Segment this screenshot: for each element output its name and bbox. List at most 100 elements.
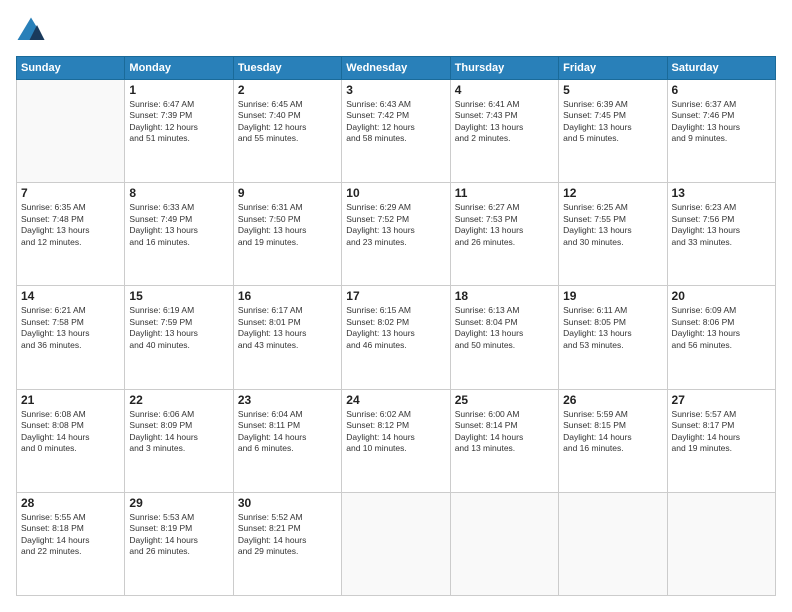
cell-details: Sunrise: 6:08 AM Sunset: 8:08 PM Dayligh…	[21, 409, 120, 455]
day-number: 28	[21, 496, 120, 510]
cell-details: Sunrise: 6:23 AM Sunset: 7:56 PM Dayligh…	[672, 202, 771, 248]
calendar-cell: 8Sunrise: 6:33 AM Sunset: 7:49 PM Daylig…	[125, 183, 233, 286]
day-number: 13	[672, 186, 771, 200]
calendar-header-row: SundayMondayTuesdayWednesdayThursdayFrid…	[17, 57, 776, 80]
cell-details: Sunrise: 6:27 AM Sunset: 7:53 PM Dayligh…	[455, 202, 554, 248]
day-number: 3	[346, 83, 445, 97]
cell-details: Sunrise: 6:09 AM Sunset: 8:06 PM Dayligh…	[672, 305, 771, 351]
cell-details: Sunrise: 5:59 AM Sunset: 8:15 PM Dayligh…	[563, 409, 662, 455]
calendar-cell: 10Sunrise: 6:29 AM Sunset: 7:52 PM Dayli…	[342, 183, 450, 286]
cell-details: Sunrise: 6:11 AM Sunset: 8:05 PM Dayligh…	[563, 305, 662, 351]
cell-details: Sunrise: 6:19 AM Sunset: 7:59 PM Dayligh…	[129, 305, 228, 351]
calendar-cell: 29 Sunrise: 5:53 AM Sunset: 8:19 PM Dayli…	[125, 492, 233, 595]
day-number: 21	[21, 393, 120, 407]
day-number: 1	[129, 83, 228, 97]
calendar-week-row: 21 Sunrise: 6:08 AM Sunset: 8:08 PM Dayli…	[17, 389, 776, 492]
logo	[16, 16, 50, 46]
cell-details: Sunrise: 6:33 AM Sunset: 7:49 PM Dayligh…	[129, 202, 228, 248]
calendar-cell: 13 Sunrise: 6:23 AM Sunset: 7:56 PM Dayli…	[667, 183, 775, 286]
day-number: 14	[21, 289, 120, 303]
calendar-cell: 18Sunrise: 6:13 AM Sunset: 8:04 PM Dayli…	[450, 286, 558, 389]
day-number: 20	[672, 289, 771, 303]
calendar-cell: 2Sunrise: 6:45 AM Sunset: 7:40 PM Daylig…	[233, 80, 341, 183]
calendar-week-row: 1 Sunrise: 6:47 AM Sunset: 7:39 PM Daylig…	[17, 80, 776, 183]
cell-details: Sunrise: 6:45 AM Sunset: 7:40 PM Dayligh…	[238, 99, 337, 145]
calendar-cell: 6 Sunrise: 6:37 AM Sunset: 7:46 PM Daylig…	[667, 80, 775, 183]
calendar-cell: 17Sunrise: 6:15 AM Sunset: 8:02 PM Dayli…	[342, 286, 450, 389]
day-of-week-header: Friday	[559, 57, 667, 80]
day-number: 5	[563, 83, 662, 97]
cell-details: Sunrise: 6:15 AM Sunset: 8:02 PM Dayligh…	[346, 305, 445, 351]
cell-details: Sunrise: 6:02 AM Sunset: 8:12 PM Dayligh…	[346, 409, 445, 455]
calendar-cell: 12 Sunrise: 6:25 AM Sunset: 7:55 PM Dayli…	[559, 183, 667, 286]
calendar-week-row: 14 Sunrise: 6:21 AM Sunset: 7:58 PM Dayli…	[17, 286, 776, 389]
calendar-cell: 14 Sunrise: 6:21 AM Sunset: 7:58 PM Dayli…	[17, 286, 125, 389]
day-number: 19	[563, 289, 662, 303]
calendar-cell: 7 Sunrise: 6:35 AM Sunset: 7:48 PM Daylig…	[17, 183, 125, 286]
day-of-week-header: Saturday	[667, 57, 775, 80]
calendar-week-row: 7 Sunrise: 6:35 AM Sunset: 7:48 PM Daylig…	[17, 183, 776, 286]
cell-details: Sunrise: 6:04 AM Sunset: 8:11 PM Dayligh…	[238, 409, 337, 455]
day-of-week-header: Monday	[125, 57, 233, 80]
header	[16, 16, 776, 46]
day-number: 15	[129, 289, 228, 303]
calendar-cell: 21 Sunrise: 6:08 AM Sunset: 8:08 PM Dayli…	[17, 389, 125, 492]
cell-details: Sunrise: 6:21 AM Sunset: 7:58 PM Dayligh…	[21, 305, 120, 351]
day-number: 18	[455, 289, 554, 303]
cell-details: Sunrise: 6:39 AM Sunset: 7:45 PM Dayligh…	[563, 99, 662, 145]
day-number: 29	[129, 496, 228, 510]
cell-details: Sunrise: 6:17 AM Sunset: 8:01 PM Dayligh…	[238, 305, 337, 351]
calendar-cell: 22 Sunrise: 6:06 AM Sunset: 8:09 PM Dayli…	[125, 389, 233, 492]
cell-details: Sunrise: 6:25 AM Sunset: 7:55 PM Dayligh…	[563, 202, 662, 248]
cell-details: Sunrise: 6:41 AM Sunset: 7:43 PM Dayligh…	[455, 99, 554, 145]
calendar-cell	[17, 80, 125, 183]
day-number: 12	[563, 186, 662, 200]
cell-details: Sunrise: 6:47 AM Sunset: 7:39 PM Dayligh…	[129, 99, 228, 145]
cell-details: Sunrise: 6:35 AM Sunset: 7:48 PM Dayligh…	[21, 202, 120, 248]
calendar-cell: 9 Sunrise: 6:31 AM Sunset: 7:50 PM Daylig…	[233, 183, 341, 286]
day-number: 30	[238, 496, 337, 510]
day-number: 23	[238, 393, 337, 407]
cell-details: Sunrise: 6:31 AM Sunset: 7:50 PM Dayligh…	[238, 202, 337, 248]
day-number: 26	[563, 393, 662, 407]
cell-details: Sunrise: 5:57 AM Sunset: 8:17 PM Dayligh…	[672, 409, 771, 455]
logo-icon	[16, 16, 46, 46]
calendar-table: SundayMondayTuesdayWednesdayThursdayFrid…	[16, 56, 776, 596]
day-number: 11	[455, 186, 554, 200]
calendar-cell: 19 Sunrise: 6:11 AM Sunset: 8:05 PM Dayli…	[559, 286, 667, 389]
calendar-cell: 3 Sunrise: 6:43 AM Sunset: 7:42 PM Daylig…	[342, 80, 450, 183]
cell-details: Sunrise: 6:29 AM Sunset: 7:52 PM Dayligh…	[346, 202, 445, 248]
calendar-cell: 30 Sunrise: 5:52 AM Sunset: 8:21 PM Dayli…	[233, 492, 341, 595]
cell-details: Sunrise: 5:55 AM Sunset: 8:18 PM Dayligh…	[21, 512, 120, 558]
calendar-cell: 5 Sunrise: 6:39 AM Sunset: 7:45 PM Daylig…	[559, 80, 667, 183]
day-number: 9	[238, 186, 337, 200]
cell-details: Sunrise: 6:43 AM Sunset: 7:42 PM Dayligh…	[346, 99, 445, 145]
calendar-cell	[450, 492, 558, 595]
calendar-cell: 1 Sunrise: 6:47 AM Sunset: 7:39 PM Daylig…	[125, 80, 233, 183]
calendar-cell: 24 Sunrise: 6:02 AM Sunset: 8:12 PM Dayli…	[342, 389, 450, 492]
calendar-cell	[559, 492, 667, 595]
cell-details: Sunrise: 6:37 AM Sunset: 7:46 PM Dayligh…	[672, 99, 771, 145]
day-of-week-header: Tuesday	[233, 57, 341, 80]
day-of-week-header: Wednesday	[342, 57, 450, 80]
day-number: 24	[346, 393, 445, 407]
calendar-cell: 25Sunrise: 6:00 AM Sunset: 8:14 PM Dayli…	[450, 389, 558, 492]
day-of-week-header: Sunday	[17, 57, 125, 80]
cell-details: Sunrise: 6:06 AM Sunset: 8:09 PM Dayligh…	[129, 409, 228, 455]
calendar-cell: 16 Sunrise: 6:17 AM Sunset: 8:01 PM Dayli…	[233, 286, 341, 389]
calendar-cell: 28 Sunrise: 5:55 AM Sunset: 8:18 PM Dayli…	[17, 492, 125, 595]
calendar-week-row: 28 Sunrise: 5:55 AM Sunset: 8:18 PM Dayli…	[17, 492, 776, 595]
calendar-cell: 20 Sunrise: 6:09 AM Sunset: 8:06 PM Dayli…	[667, 286, 775, 389]
day-number: 7	[21, 186, 120, 200]
cell-details: Sunrise: 5:52 AM Sunset: 8:21 PM Dayligh…	[238, 512, 337, 558]
day-of-week-header: Thursday	[450, 57, 558, 80]
calendar-cell: 15 Sunrise: 6:19 AM Sunset: 7:59 PM Dayli…	[125, 286, 233, 389]
calendar-cell	[667, 492, 775, 595]
day-number: 6	[672, 83, 771, 97]
calendar-cell: 4Sunrise: 6:41 AM Sunset: 7:43 PM Daylig…	[450, 80, 558, 183]
cell-details: Sunrise: 5:53 AM Sunset: 8:19 PM Dayligh…	[129, 512, 228, 558]
calendar-cell	[342, 492, 450, 595]
cell-details: Sunrise: 6:00 AM Sunset: 8:14 PM Dayligh…	[455, 409, 554, 455]
day-number: 22	[129, 393, 228, 407]
day-number: 16	[238, 289, 337, 303]
